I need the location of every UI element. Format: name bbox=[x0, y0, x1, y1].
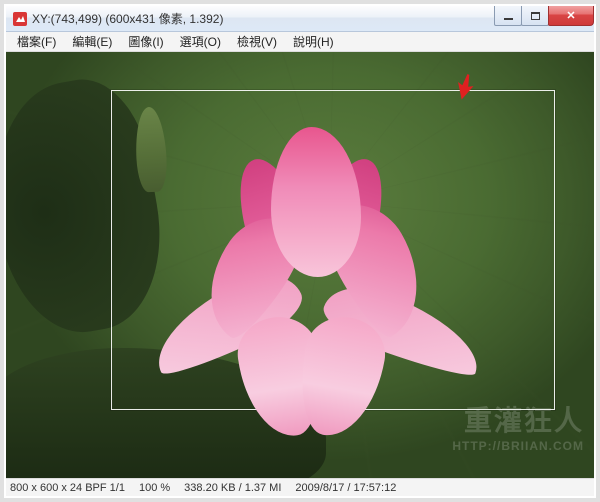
statusbar: 800 x 600 x 24 BPF 1/1 100 % 338.20 KB /… bbox=[6, 478, 594, 496]
menu-image[interactable]: 圖像(I) bbox=[121, 31, 170, 52]
status-dimensions: 800 x 600 x 24 BPF 1/1 bbox=[10, 482, 125, 494]
menu-file[interactable]: 檔案(F) bbox=[10, 31, 63, 52]
menu-view[interactable]: 檢視(V) bbox=[230, 31, 284, 52]
app-icon bbox=[12, 11, 28, 27]
window: XY:(743,499) (600x431 像素, 1.392) ✕ 檔案(F)… bbox=[6, 6, 594, 496]
maximize-button[interactable] bbox=[521, 6, 549, 26]
window-title: XY:(743,499) (600x431 像素, 1.392) bbox=[32, 10, 223, 27]
menu-edit[interactable]: 編輯(E) bbox=[65, 31, 119, 52]
status-datetime: 2009/8/17 / 17:57:12 bbox=[295, 482, 396, 494]
titlebar[interactable]: XY:(743,499) (600x431 像素, 1.392) ✕ bbox=[6, 6, 594, 32]
status-filesize: 338.20 KB / 1.37 MI bbox=[184, 482, 281, 494]
red-arrow-annotation bbox=[454, 74, 476, 103]
menubar: 檔案(F) 編輯(E) 圖像(I) 選項(O) 檢視(V) 說明(H) bbox=[6, 32, 594, 52]
close-button[interactable]: ✕ bbox=[548, 6, 594, 26]
status-zoom: 100 % bbox=[139, 482, 170, 494]
app-frame: XY:(743,499) (600x431 像素, 1.392) ✕ 檔案(F)… bbox=[0, 0, 600, 502]
window-controls: ✕ bbox=[495, 6, 594, 26]
canvas-area[interactable]: 重灌狂人 HTTP://BRIIAN.COM bbox=[6, 52, 594, 478]
menu-options[interactable]: 選項(O) bbox=[173, 31, 228, 52]
menu-help[interactable]: 說明(H) bbox=[286, 31, 341, 52]
minimize-button[interactable] bbox=[494, 6, 522, 26]
